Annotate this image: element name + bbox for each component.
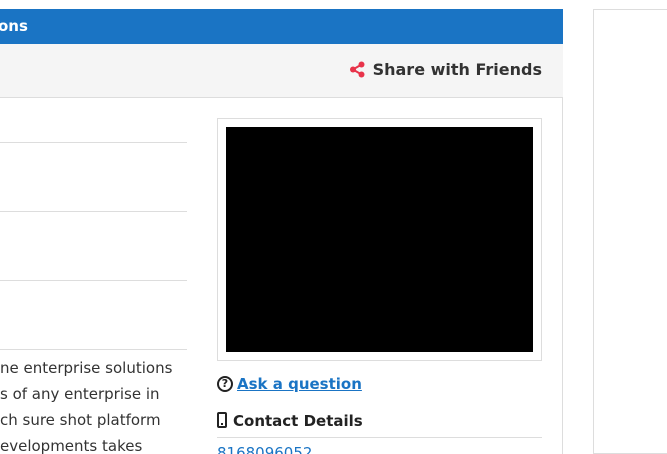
share-with-friends-button[interactable]: Share with Friends — [349, 60, 542, 79]
question-circle-icon: ? — [217, 376, 233, 392]
video-player[interactable] — [226, 127, 533, 352]
divider — [0, 211, 187, 212]
divider — [0, 280, 187, 281]
description-line: ne enterprise solutions — [0, 359, 173, 377]
mobile-phone-icon — [217, 412, 227, 428]
share-label: Share with Friends — [372, 60, 542, 79]
contact-details-header: Contact Details — [217, 412, 542, 438]
ask-question-label: Ask a question — [237, 375, 362, 393]
divider — [0, 349, 187, 350]
description-text: ne enterprise solutions s of any enterpr… — [0, 355, 190, 454]
description-line: ch sure shot platform — [0, 411, 161, 429]
divider — [0, 142, 187, 143]
description-line: s of any enterprise in — [0, 385, 160, 403]
panel-header-title: ons — [0, 17, 28, 35]
panel-header: ons — [0, 9, 563, 44]
ask-question-link[interactable]: ? Ask a question — [217, 375, 362, 393]
phone-number-link[interactable]: 8168096052 — [217, 443, 312, 454]
description-line: evelopments takes — [0, 437, 143, 454]
share-bar: Share with Friends — [0, 44, 563, 98]
share-icon — [349, 61, 365, 78]
contact-details-title: Contact Details — [233, 412, 363, 430]
sidebar-card — [593, 9, 667, 454]
video-frame — [217, 118, 542, 361]
